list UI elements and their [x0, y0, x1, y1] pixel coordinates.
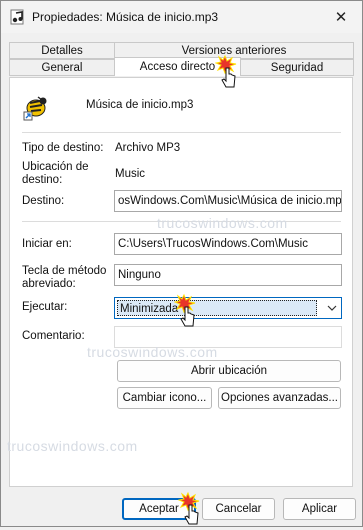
run-selected-value: Minimizada — [117, 300, 317, 316]
divider — [22, 132, 341, 133]
tab-label: Acceso directo — [139, 61, 216, 73]
target-value: osWindows.Com\Music\Música de inicio.mp3… — [118, 195, 342, 207]
run-label: Ejecutar: — [22, 301, 68, 313]
target-field[interactable]: osWindows.Com\Music\Música de inicio.mp3… — [114, 190, 342, 212]
hotkey-label-2: abreviado: — [22, 278, 76, 290]
properties-window: Propiedades: Música de inicio.mp3 ✕ Deta… — [0, 0, 363, 527]
open-location-button[interactable]: Abrir ubicación — [117, 360, 341, 382]
open-location-label: Abrir ubicación — [190, 365, 268, 377]
watermark-text: truсoswindows.com — [87, 344, 218, 360]
tab-seguridad[interactable]: Seguridad — [240, 59, 354, 76]
advanced-options-label: Opciones avanzadas... — [221, 392, 338, 404]
app-icon — [9, 8, 27, 26]
hotkey-value: Ninguno — [118, 269, 161, 281]
tab-label: General — [41, 61, 83, 74]
target-type-value: Archivo MP3 — [115, 142, 181, 154]
click-hand-cursor-icon — [177, 491, 204, 527]
hotkey-label-1: Tecla de método — [22, 265, 107, 277]
tab-detalles[interactable]: Detalles — [9, 42, 115, 59]
change-icon-label: Cambiar icono... — [122, 392, 207, 404]
click-hand-cursor-icon — [214, 54, 241, 90]
chevron-down-icon — [326, 301, 338, 315]
target-location-label-1: Ubicación de — [22, 161, 89, 173]
click-hand-cursor-icon — [173, 293, 200, 329]
run-select[interactable]: Minimizada — [114, 297, 342, 319]
title-bar[interactable]: Propiedades: Música de inicio.mp3 ✕ — [1, 1, 362, 33]
watermark-text: truсoswindows.com — [157, 215, 288, 231]
cancel-label: Cancelar — [215, 503, 262, 515]
target-location-label-2: destino: — [22, 174, 63, 186]
start-in-label: Iniciar en: — [22, 238, 72, 250]
file-name: Música de inicio.mp3 — [86, 99, 194, 111]
change-icon-button[interactable]: Cambiar icono... — [117, 387, 212, 409]
hotkey-field[interactable]: Ninguno — [114, 264, 342, 286]
start-in-field[interactable]: C:\Users\TrucosWindows.Com\Music — [114, 233, 342, 255]
close-icon: ✕ — [334, 9, 348, 26]
window-title: Propiedades: Música de inicio.mp3 — [32, 10, 219, 24]
target-location-value: Music — [115, 168, 146, 180]
tab-label: Detalles — [41, 44, 83, 57]
comment-label: Comentario: — [22, 330, 85, 342]
tab-general[interactable]: General — [9, 59, 115, 76]
accept-label: Aceptar — [139, 503, 179, 515]
target-type-label: Tipo de destino: — [22, 142, 104, 154]
mp3-shortcut-icon — [21, 93, 49, 121]
cancel-button[interactable]: Cancelar — [202, 498, 275, 520]
watermark-text: truсoswindows.com — [7, 438, 138, 454]
apply-button[interactable]: Aplicar — [283, 498, 356, 520]
apply-label: Aplicar — [301, 503, 338, 515]
tab-label: Seguridad — [270, 61, 324, 74]
target-label: Destino: — [22, 195, 65, 207]
start-in-value: C:\Users\TrucosWindows.Com\Music — [118, 238, 308, 250]
close-button[interactable]: ✕ — [324, 3, 358, 31]
advanced-options-button[interactable]: Opciones avanzadas... — [218, 387, 341, 409]
